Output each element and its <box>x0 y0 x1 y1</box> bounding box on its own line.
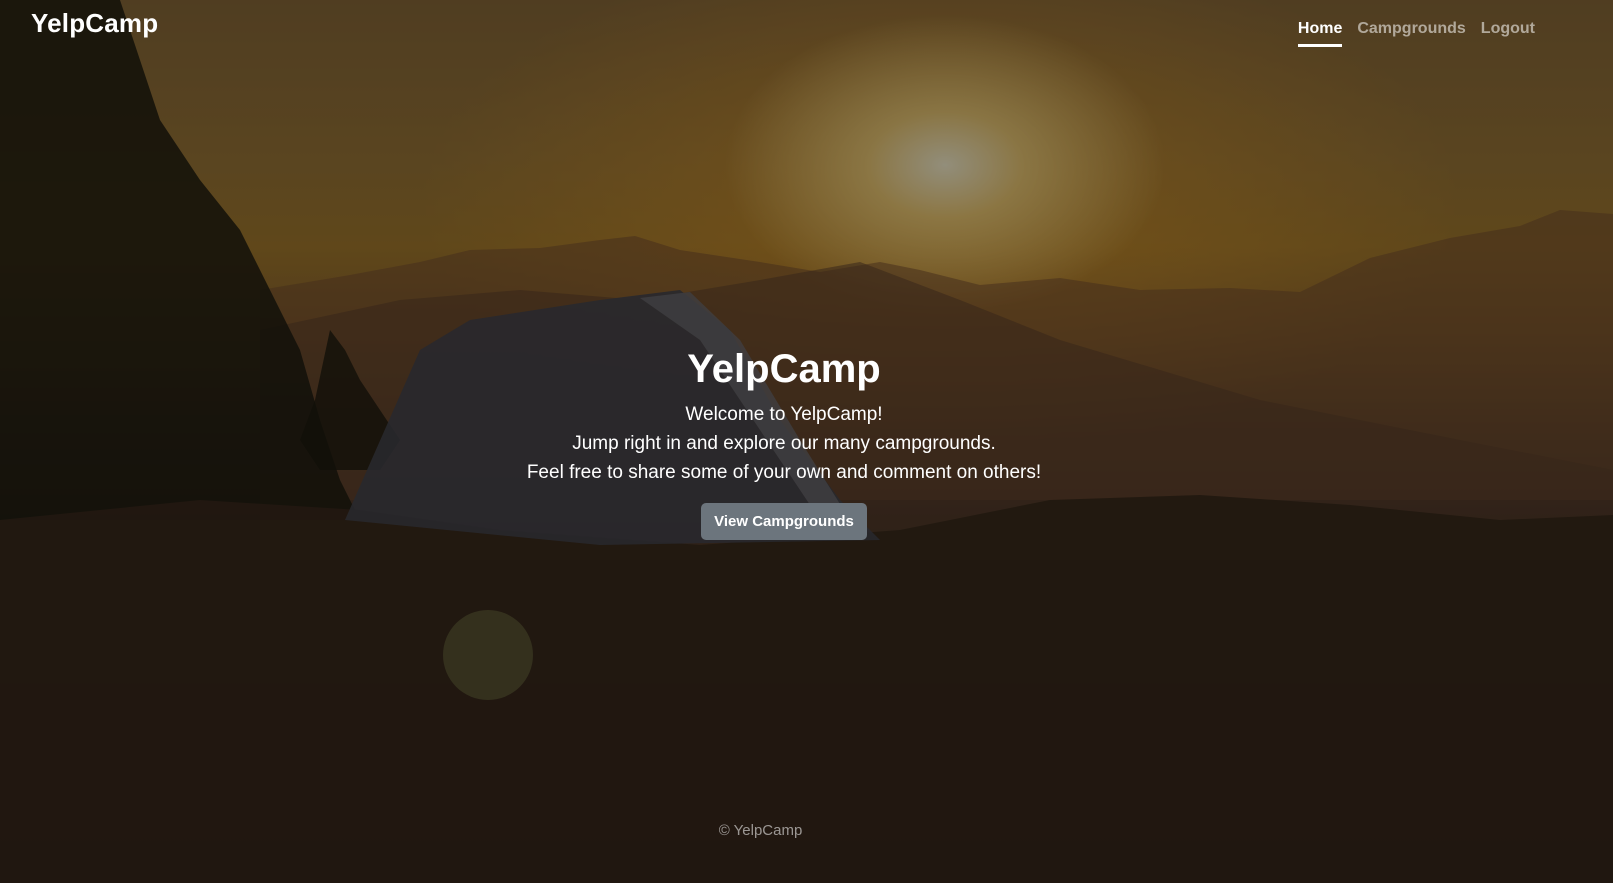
view-campgrounds-button[interactable]: View Campgrounds <box>701 503 867 540</box>
hero-lead-line: Jump right in and explore our many campg… <box>572 433 996 454</box>
nav-link-home[interactable]: Home <box>1297 20 1343 47</box>
hero-section: YelpCamp Welcome to YelpCamp! Jump right… <box>0 346 1568 540</box>
brand-logo[interactable]: YelpCamp <box>31 8 158 39</box>
landing-page: YelpCamp Home Campgrounds Logout YelpCam… <box>0 0 1613 883</box>
footer-copyright: © YelpCamp <box>718 822 803 839</box>
nav-link-logout[interactable]: Logout <box>1481 20 1535 47</box>
hero-lead-line: Feel free to share some of your own and … <box>526 462 1042 483</box>
nav-link-campgrounds[interactable]: Campgrounds <box>1357 20 1465 47</box>
hero-lead-line: Welcome to YelpCamp! <box>685 404 883 425</box>
nav-links: Home Campgrounds Logout <box>1297 20 1535 47</box>
hero-title: YelpCamp <box>687 347 881 391</box>
hero-lead: Welcome to YelpCamp! Jump right in and e… <box>0 400 1568 487</box>
navbar: YelpCamp Home Campgrounds Logout <box>0 0 1613 60</box>
